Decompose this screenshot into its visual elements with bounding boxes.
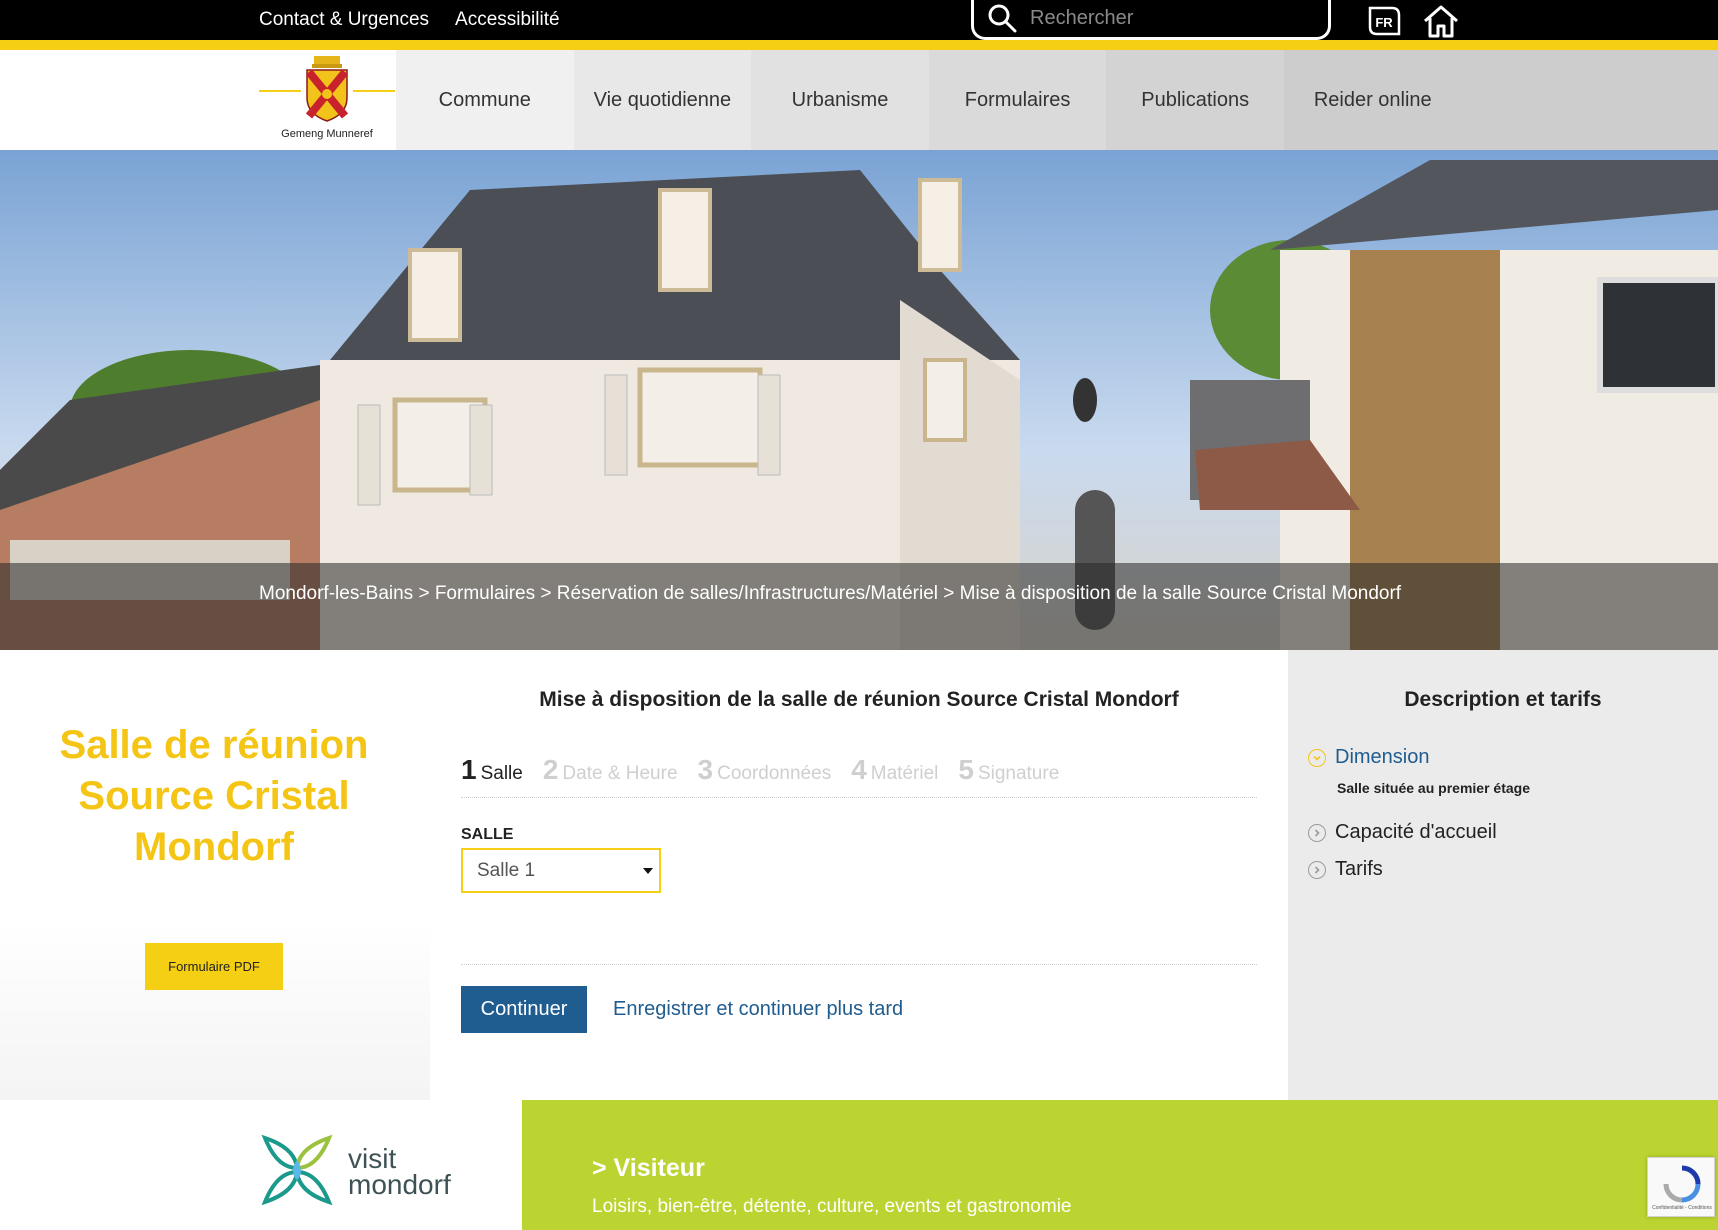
page-title: Salle de réunion Source Cristal Mondorf	[59, 723, 369, 869]
nav-filler	[1462, 50, 1718, 150]
accordion-capacite[interactable]: Capacité d'accueil	[1308, 821, 1497, 844]
step-label: Salle	[480, 763, 523, 784]
footer: visit mondorf > Visiteur Loisirs, bien-ê…	[0, 1100, 1718, 1230]
visit-mondorf-logo[interactable]: visit mondorf	[259, 1132, 479, 1212]
chevron-down-icon	[643, 868, 653, 874]
accordion-label: Tarifs	[1335, 858, 1383, 880]
nav-item-reider-online[interactable]: Reider online	[1283, 50, 1462, 150]
visit-logo-text: visit mondorf	[348, 1145, 451, 1200]
contact-link[interactable]: Contact & Urgences	[259, 9, 429, 31]
main-nav: Gemeng Munneref Commune Vie quotidienne …	[0, 50, 1718, 150]
step-number: 3	[697, 754, 714, 785]
step-label: Date & Heure	[562, 763, 678, 784]
step-date-heure[interactable]: 2 Date & Heure	[543, 754, 678, 786]
pdf-form-button[interactable]: Formulaire PDF	[145, 943, 283, 990]
accordion-tarifs[interactable]: Tarifs	[1308, 858, 1383, 881]
language-code: FR	[1375, 15, 1393, 30]
search-box[interactable]	[971, 0, 1331, 40]
accordion-label: Dimension	[1335, 746, 1430, 768]
logo-line-left	[259, 90, 301, 92]
step-number: 2	[542, 754, 559, 785]
form-title: Mise à disposition de la salle de réunio…	[539, 688, 1179, 711]
step-signature[interactable]: 5 Signature	[958, 754, 1059, 786]
nav-item-formulaires[interactable]: Formulaires	[928, 50, 1107, 150]
salle-select[interactable]: Salle 1	[461, 848, 661, 893]
step-number: 5	[958, 754, 974, 785]
form-steps: 1 Salle 2 Date & Heure 3 Coordonnées 4 M…	[461, 754, 1257, 798]
step-label: Signature	[977, 763, 1060, 784]
visitor-banner[interactable]: > Visiteur Loisirs, bien-être, détente, …	[522, 1100, 1718, 1230]
step-number: 4	[851, 754, 867, 785]
recaptcha-terms[interactable]: Confidentialité - Conditions	[1650, 1205, 1714, 1211]
accent-stripe	[0, 40, 1718, 50]
logo-line-right	[353, 90, 395, 92]
chevron-right-icon	[1308, 823, 1326, 842]
nav-item-commune[interactable]: Commune	[396, 50, 574, 150]
visitor-heading[interactable]: > Visiteur	[592, 1154, 705, 1183]
logo-caption: Gemeng Munneref	[281, 128, 373, 140]
description-title: Description et tarifs	[1404, 688, 1602, 711]
step-salle[interactable]: 1 Salle	[461, 754, 523, 786]
salle-select-value: Salle 1	[477, 859, 536, 881]
accordion-body: Salle située au premier étage	[1337, 780, 1530, 796]
form-divider	[461, 964, 1257, 965]
chevron-down-icon	[1308, 748, 1326, 767]
save-later-link[interactable]: Enregistrer et continuer plus tard	[613, 998, 903, 1021]
visitor-subtext: Loisirs, bien-être, détente, culture, ev…	[592, 1196, 1072, 1217]
step-materiel[interactable]: 4 Matériel	[851, 754, 938, 786]
step-label: Matériel	[870, 763, 939, 784]
language-switch[interactable]: FR	[1366, 4, 1402, 38]
commune-logo[interactable]: Gemeng Munneref	[259, 50, 395, 150]
top-links: Contact & Urgences Accessibilité	[259, 9, 560, 31]
nav-item-urbanisme[interactable]: Urbanisme	[751, 50, 929, 150]
accordion-label: Capacité d'accueil	[1335, 821, 1497, 843]
home-icon[interactable]	[1421, 3, 1461, 39]
accessibility-link[interactable]: Accessibilité	[455, 9, 560, 31]
top-bar: Contact & Urgences Accessibilité FR	[0, 0, 1718, 40]
coat-of-arms-icon	[305, 56, 349, 122]
nav-item-publications[interactable]: Publications	[1106, 50, 1284, 150]
description-panel: Description et tarifs Dimension Salle si…	[1288, 650, 1718, 1100]
nav-item-vie-quotidienne[interactable]: Vie quotidienne	[573, 50, 752, 150]
recaptcha-icon	[1663, 1165, 1701, 1203]
chevron-right-icon	[1308, 860, 1326, 879]
step-coordonnees[interactable]: 3 Coordonnées	[698, 754, 832, 786]
breadcrumb-band	[0, 563, 1718, 650]
breadcrumb[interactable]: Mondorf-les-Bains > Formulaires > Réserv…	[259, 582, 1409, 606]
salle-field-label: SALLE	[461, 826, 514, 843]
search-input[interactable]	[1030, 7, 1310, 30]
mondorf-word: mondorf	[348, 1169, 451, 1200]
step-label: Coordonnées	[717, 763, 832, 784]
continue-button[interactable]: Continuer	[461, 986, 587, 1033]
accordion-dimension[interactable]: Dimension	[1308, 746, 1429, 769]
step-number: 1	[461, 754, 477, 785]
left-column: Salle de réunion Source Cristal Mondorf …	[0, 650, 430, 1100]
search-icon[interactable]	[986, 2, 1020, 36]
flower-logo-icon	[261, 1134, 333, 1206]
nav-menu: Commune Vie quotidienne Urbanisme Formul…	[396, 50, 1462, 150]
recaptcha-badge[interactable]: Confidentialité - Conditions	[1647, 1157, 1715, 1217]
hero-banner: Mondorf-les-Bains > Formulaires > Réserv…	[0, 150, 1718, 650]
